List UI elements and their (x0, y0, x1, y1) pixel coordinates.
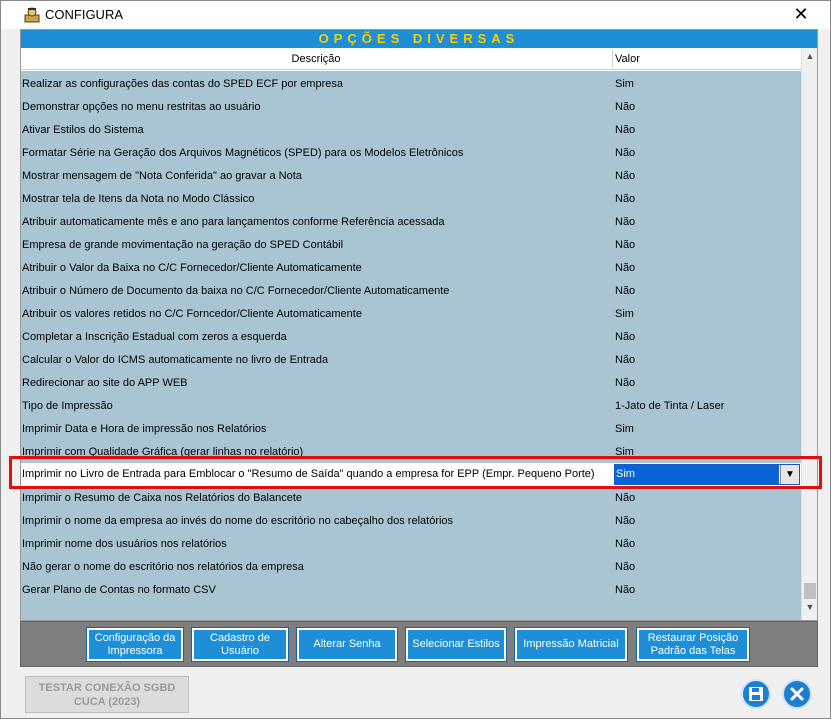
table-row[interactable]: Empresa de grande movimentação na geraçã… (21, 233, 801, 256)
row-value[interactable]: Sim (615, 446, 634, 458)
select-styles-button[interactable]: Selecionar Estilos (405, 627, 507, 662)
title-bar: CONFIGURA ✕ (1, 1, 830, 29)
row-value[interactable]: Sim (615, 423, 634, 435)
table-row[interactable]: Não gerar o nome do escritório nos relat… (21, 555, 801, 578)
row-value[interactable]: Não (615, 124, 635, 136)
row-description: Calcular o Valor do ICMS automaticamente… (22, 354, 329, 366)
table-row[interactable]: Formatar Série na Geração dos Arquivos M… (21, 141, 801, 164)
scroll-up-icon[interactable]: ▲ (802, 51, 818, 65)
row-value[interactable]: Não (615, 515, 635, 527)
restore-windows-button[interactable]: Restaurar Posição Padrão das Telas (636, 627, 750, 662)
row-description: Não gerar o nome do escritório nos relat… (22, 561, 304, 573)
row-description: Mostrar mensagem de "Nota Conferida" ao … (22, 170, 302, 182)
row-description: Imprimir o nome da empresa ao invés do n… (22, 515, 454, 527)
row-value[interactable]: 1-Jato de Tinta / Laser (615, 400, 724, 412)
row-description: Atribuir o Valor da Baixa no C/C Fornece… (22, 262, 362, 274)
table-row[interactable]: Realizar as configurações das contas do … (21, 72, 801, 95)
row-value[interactable]: Não (615, 216, 635, 228)
table-row[interactable]: Imprimir Data e Hora de impressão nos Re… (21, 417, 801, 440)
row-description: Redirecionar ao site do APP WEB (22, 377, 188, 389)
row-description: Atribuir os valores retidos no C/C Fornc… (22, 308, 362, 320)
table-row[interactable]: Demonstrar opções no menu restritas ao u… (21, 95, 801, 118)
selected-row[interactable]: Imprimir no Livro de Entrada para Embloc… (21, 463, 801, 486)
change-password-button[interactable]: Alterar Senha (296, 627, 398, 662)
dot-matrix-print-button[interactable]: Impressão Matricial (514, 627, 628, 662)
table-row[interactable]: Calcular o Valor do ICMS automaticamente… (21, 348, 801, 371)
app-icon (24, 7, 40, 23)
row-description: Atribuir automaticamente mês e ano para … (22, 216, 445, 228)
table-row[interactable]: Mostrar mensagem de "Nota Conferida" ao … (21, 164, 801, 187)
row-description: Ativar Estilos do Sistema (22, 124, 144, 136)
save-button[interactable] (741, 679, 771, 709)
row-value[interactable]: Não (615, 193, 635, 205)
row-value[interactable]: Não (615, 239, 635, 251)
options-panel: OPÇÕES DIVERSAS Descrição Valor Realizar… (20, 29, 818, 621)
vertical-scrollbar[interactable]: ▲ ▼ (801, 48, 817, 620)
config-printer-button[interactable]: Configuração da Impressora (86, 627, 184, 662)
chevron-down-icon[interactable]: ▼ (780, 465, 799, 484)
test-connection-button[interactable]: TESTAR CONEXÃO SGBD CUCA (2023) (25, 676, 189, 713)
row-description: Imprimir nome dos usuários nos relatório… (22, 538, 227, 550)
row-description: Imprimir o Resumo de Caixa nos Relatório… (22, 492, 303, 504)
floppy-icon (749, 687, 763, 701)
button-bar: Configuração da Impressora Cadastro de U… (20, 621, 818, 667)
row-description: Mostrar tela de Itens da Nota no Modo Cl… (22, 193, 255, 205)
table-row[interactable]: Tipo de Impressão 1-Jato de Tinta / Laser (21, 394, 801, 417)
table-row[interactable]: Completar a Inscrição Estadual com zeros… (21, 325, 801, 348)
config-window: CONFIGURA ✕ OPÇÕES DIVERSAS Descrição Va… (0, 0, 831, 719)
selected-row-description: Imprimir no Livro de Entrada para Embloc… (22, 468, 595, 480)
column-header-value[interactable]: Valor (615, 53, 640, 65)
options-grid: Realizar as configurações das contas do … (21, 71, 801, 620)
row-value[interactable]: Não (615, 331, 635, 343)
row-value[interactable]: Não (615, 354, 635, 366)
row-description: Realizar as configurações das contas do … (22, 78, 343, 90)
table-row[interactable]: Imprimir o nome da empresa ao invés do n… (21, 509, 801, 532)
table-row[interactable]: Imprimir nome dos usuários nos relatório… (21, 532, 801, 555)
close-icon (790, 687, 804, 701)
table-row[interactable]: Imprimir o Resumo de Caixa nos Relatório… (21, 486, 801, 509)
scroll-thumb[interactable] (804, 583, 816, 599)
combobox-value[interactable]: Sim (615, 465, 779, 484)
close-icon[interactable]: ✕ (791, 4, 811, 24)
scroll-down-icon[interactable]: ▼ (802, 602, 818, 616)
row-description: Imprimir com Qualidade Gráfica (gerar li… (22, 446, 304, 458)
column-header-description[interactable]: Descrição (21, 53, 611, 65)
row-value[interactable]: Sim (615, 308, 634, 320)
row-value[interactable]: Não (615, 101, 635, 113)
table-row[interactable]: Gerar Plano de Contas no formato CSV Não (21, 578, 801, 601)
row-description: Formatar Série na Geração dos Arquivos M… (22, 147, 464, 159)
row-description: Tipo de Impressão (22, 400, 113, 412)
row-description: Imprimir Data e Hora de impressão nos Re… (22, 423, 267, 435)
table-row[interactable]: Mostrar tela de Itens da Nota no Modo Cl… (21, 187, 801, 210)
table-row[interactable]: Atribuir automaticamente mês e ano para … (21, 210, 801, 233)
row-value[interactable]: Não (615, 538, 635, 550)
row-value[interactable]: Não (615, 147, 635, 159)
column-separator (612, 50, 613, 68)
window-title: CONFIGURA (45, 7, 123, 22)
row-value[interactable]: Não (615, 262, 635, 274)
row-value[interactable]: Não (615, 561, 635, 573)
row-value[interactable]: Sim (615, 78, 634, 90)
row-value[interactable]: Não (615, 492, 635, 504)
row-value[interactable]: Não (615, 584, 635, 596)
user-registration-button[interactable]: Cadastro de Usuário (191, 627, 289, 662)
value-combobox[interactable]: Sim ▼ (614, 464, 800, 485)
row-description: Empresa de grande movimentação na geraçã… (22, 239, 344, 251)
row-value[interactable]: Não (615, 285, 635, 297)
grid-header: Descrição Valor (21, 48, 817, 70)
row-value[interactable]: Não (615, 377, 635, 389)
row-value[interactable]: Não (615, 170, 635, 182)
table-row[interactable]: Atribuir os valores retidos no C/C Fornc… (21, 302, 801, 325)
table-row[interactable]: Imprimir com Qualidade Gráfica (gerar li… (21, 440, 801, 463)
row-description: Atribuir o Número de Documento da baixa … (22, 285, 450, 297)
row-description: Completar a Inscrição Estadual com zeros… (22, 331, 287, 343)
table-row[interactable]: Redirecionar ao site do APP WEB Não (21, 371, 801, 394)
row-description: Demonstrar opções no menu restritas ao u… (22, 101, 261, 113)
row-description: Gerar Plano de Contas no formato CSV (22, 584, 216, 596)
table-row[interactable]: Ativar Estilos do Sistema Não (21, 118, 801, 141)
table-row[interactable]: Atribuir o Número de Documento da baixa … (21, 279, 801, 302)
section-banner: OPÇÕES DIVERSAS (21, 30, 817, 48)
exit-button[interactable] (782, 679, 812, 709)
table-row[interactable]: Atribuir o Valor da Baixa no C/C Fornece… (21, 256, 801, 279)
